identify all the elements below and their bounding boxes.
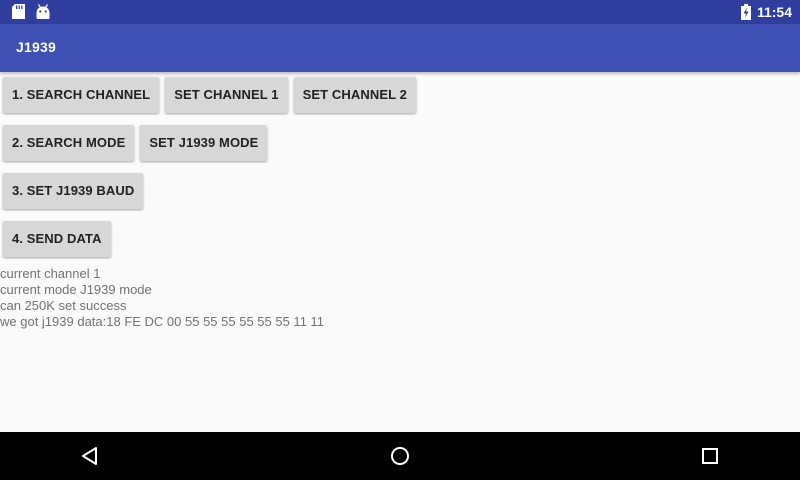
log-line: can 250K set success	[0, 298, 127, 313]
screen: 11:54 J1939 1. SEARCH CHANNEL SET CHANNE…	[0, 0, 800, 480]
send-data-button[interactable]: 4. SEND DATA	[3, 221, 111, 257]
baud-button-row: 3. SET J1939 BAUD	[3, 173, 144, 211]
mode-button-row: 2. SEARCH MODE SET J1939 MODE	[3, 125, 268, 163]
status-system: 11:54	[740, 3, 792, 21]
main-content: 1. SEARCH CHANNEL SET CHANNEL 1 SET CHAN…	[0, 72, 800, 432]
back-icon[interactable]	[78, 444, 102, 468]
battery-charging-icon	[740, 4, 751, 20]
search-mode-button[interactable]: 2. SEARCH MODE	[3, 125, 135, 161]
recents-icon[interactable]	[698, 444, 722, 468]
log-line: current channel 1	[0, 266, 101, 281]
log-line: current mode J1939 mode	[0, 282, 152, 297]
search-channel-button[interactable]: 1. SEARCH CHANNEL	[3, 77, 160, 113]
status-bar: 11:54	[0, 0, 800, 24]
sd-card-icon	[12, 4, 25, 19]
channel-button-row: 1. SEARCH CHANNEL SET CHANNEL 1 SET CHAN…	[3, 77, 416, 115]
set-j1939-mode-button[interactable]: SET J1939 MODE	[140, 125, 268, 161]
status-time: 11:54	[756, 4, 792, 20]
log-line: we got j1939 data:18 FE DC 00 55 55 55 5…	[0, 314, 325, 329]
app-bar: J1939	[0, 24, 800, 72]
set-j1939-baud-button[interactable]: 3. SET J1939 BAUD	[3, 173, 144, 209]
app-title: J1939	[16, 39, 56, 55]
navigation-bar	[0, 432, 800, 480]
status-notifications	[12, 4, 51, 19]
log-output: current channel 1 current mode J1939 mod…	[0, 266, 324, 330]
set-channel-2-button[interactable]: SET CHANNEL 2	[293, 77, 416, 113]
home-icon[interactable]	[388, 444, 412, 468]
android-icon	[35, 4, 51, 19]
set-channel-1-button[interactable]: SET CHANNEL 1	[165, 77, 288, 113]
send-button-row: 4. SEND DATA	[3, 221, 111, 259]
